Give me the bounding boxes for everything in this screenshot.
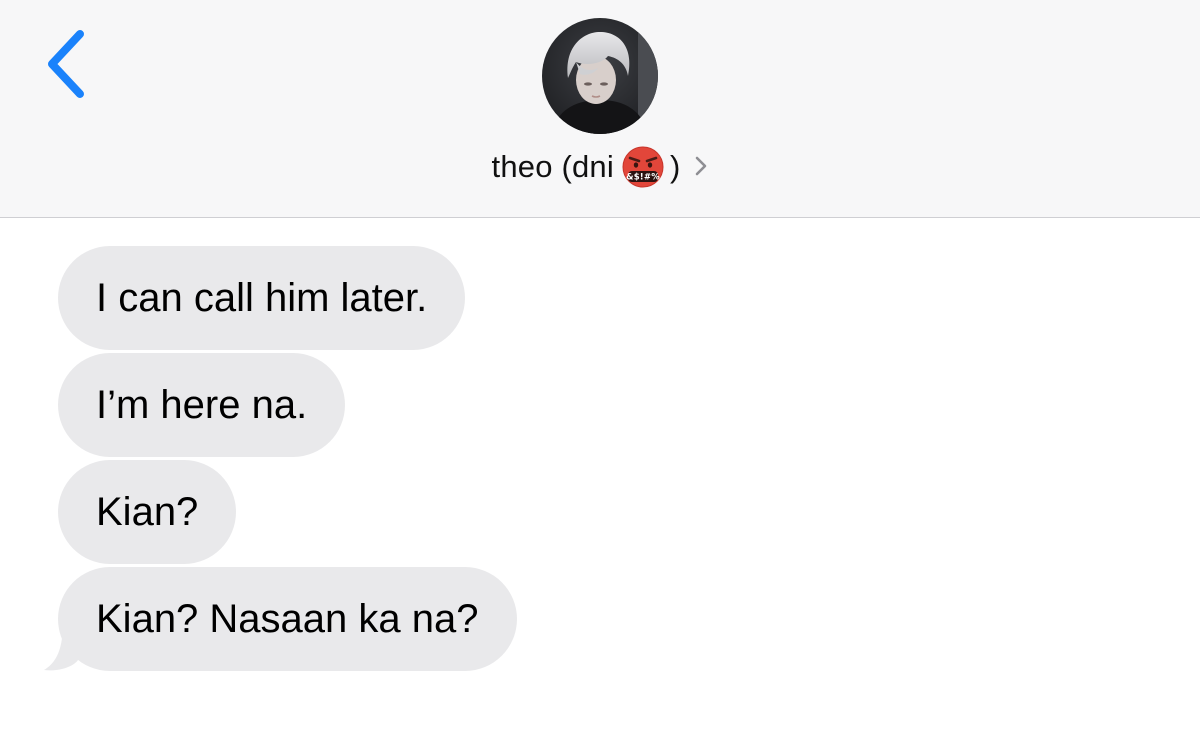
message-bubble[interactable]: I can call him later. [58,246,466,350]
message-text: I can call him later. [96,275,428,320]
svg-text:&$!#%: &$!#% [626,173,660,183]
message-bubble[interactable]: I’m here na. [58,353,346,457]
message-bubble[interactable]: Kian? Nasaan ka na? [58,567,517,671]
message-text: Kian? Nasaan ka na? [96,596,479,641]
bubble-tail [44,608,78,671]
conversation-header: theo (dni &$!#% ) [0,0,1200,218]
chevron-right-icon [694,149,708,185]
message-text: I’m here na. [96,382,308,427]
contact-info-button[interactable]: theo (dni &$!#% ) [0,144,1200,190]
avatar-photo [542,18,658,134]
contact-name-text: theo (dni [491,149,614,184]
chevron-left-icon [48,30,84,98]
contact-name-suffix: ) [669,149,681,184]
contact-avatar[interactable] [542,18,658,134]
message-text: Kian? [96,489,199,534]
back-button[interactable] [38,26,98,102]
contact-name: theo (dni &$!#% ) [492,146,709,188]
face-with-symbols-on-mouth-icon: &$!#% [622,146,664,188]
message-bubble[interactable]: Kian? [58,460,237,564]
